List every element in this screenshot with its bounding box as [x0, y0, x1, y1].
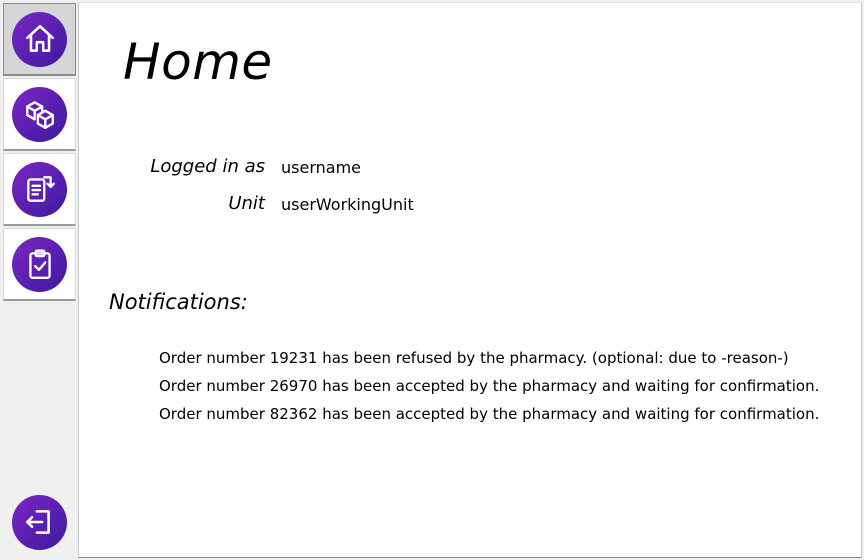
logout-button[interactable]: [10, 493, 68, 551]
app-window: Home Logged in as username Unit userWork…: [0, 0, 864, 560]
clipboard-check-icon: [12, 236, 67, 292]
unit-value: userWorkingUnit: [281, 195, 414, 214]
notification-item: Order number 82362 has been accepted by …: [159, 405, 820, 423]
logged-in-value: username: [281, 158, 361, 177]
logged-in-label: Logged in as: [150, 156, 265, 177]
notification-item: Order number 26970 has been accepted by …: [159, 377, 820, 395]
unit-label: Unit: [228, 193, 265, 214]
nav-checklist-button[interactable]: [3, 228, 76, 301]
logout-icon: [11, 494, 67, 550]
notifications-title: Notifications:: [109, 290, 248, 314]
home-icon: [12, 11, 67, 67]
nav-inventory-button[interactable]: [3, 78, 76, 151]
boxes-icon: [12, 86, 67, 142]
main-content: Home Logged in as username Unit userWork…: [78, 2, 862, 558]
nav-home-button[interactable]: [3, 3, 76, 76]
nav-orders-button[interactable]: [3, 153, 76, 226]
notification-item: Order number 19231 has been refused by t…: [159, 349, 789, 367]
document-transfer-icon: [12, 161, 67, 217]
sidebar: [0, 0, 78, 560]
page-title: Home: [123, 33, 273, 91]
notifications-list: Order number 19231 has been refused by t…: [159, 344, 819, 428]
